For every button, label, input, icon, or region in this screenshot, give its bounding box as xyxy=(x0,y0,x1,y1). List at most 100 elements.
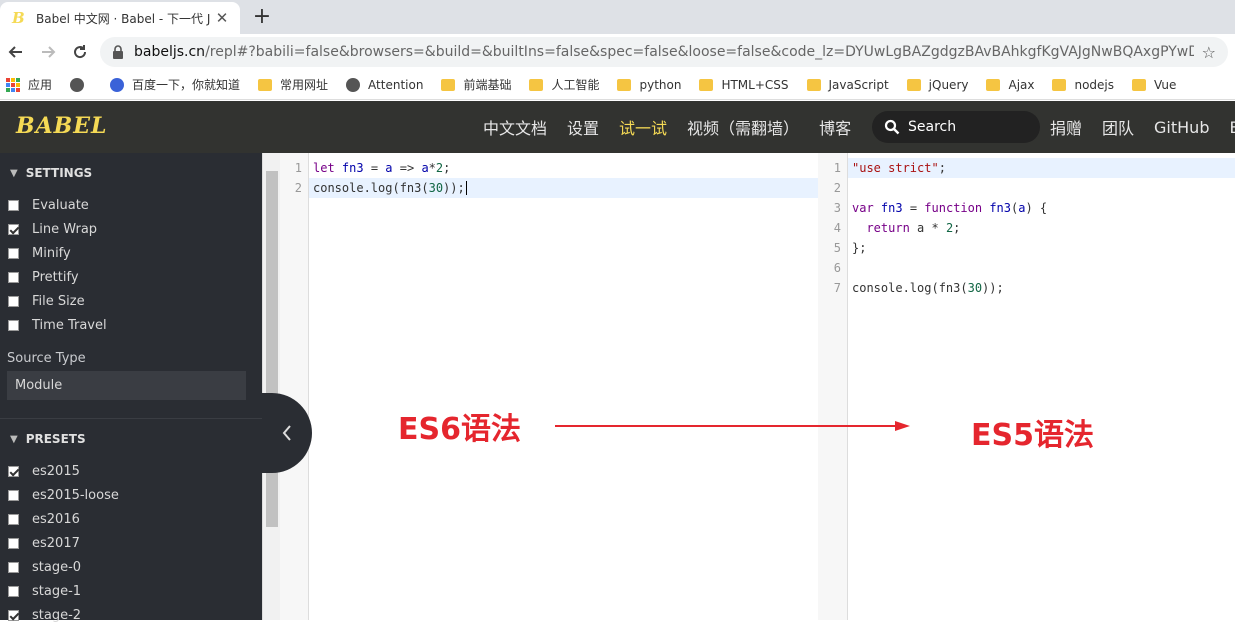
code-line: var fn3 = function fn3(a) { xyxy=(852,201,1048,215)
nav-truncated[interactable]: Ba xyxy=(1229,118,1235,137)
bookmark-folder-frontend[interactable]: 前端基础 xyxy=(441,76,511,93)
bookmark-folder-common[interactable]: 常用网址 xyxy=(258,76,328,93)
browser-tab-strip: B Babel 中文网 · Babel - 下一代 J ✕ + xyxy=(0,0,1235,34)
code-line: }; xyxy=(852,241,867,255)
reload-button[interactable] xyxy=(64,36,96,68)
bookmark-attention[interactable]: Attention xyxy=(346,77,424,92)
search-icon xyxy=(884,119,900,135)
checkbox[interactable] xyxy=(8,537,19,549)
setting-file-size[interactable]: File Size xyxy=(0,289,262,313)
preset-label: es2015-loose xyxy=(32,487,119,503)
setting-minify[interactable]: Minify xyxy=(0,241,262,265)
nav-setup[interactable]: 设置 xyxy=(567,115,599,139)
lock-icon xyxy=(113,45,123,59)
bookmark-folder-htmlcss[interactable]: HTML+CSS xyxy=(699,78,789,92)
checkbox[interactable] xyxy=(8,199,19,211)
preset-es2015-loose[interactable]: es2015-loose xyxy=(0,483,262,507)
setting-evaluate[interactable]: Evaluate xyxy=(0,193,262,217)
nav-docs[interactable]: 中文文档 xyxy=(483,115,547,139)
nav-blog[interactable]: 博客 xyxy=(819,115,851,139)
source-type-select[interactable]: Module xyxy=(7,371,246,400)
nav-donate[interactable]: 捐赠 xyxy=(1050,115,1082,139)
babel-site-header: BABEL 中文文档 设置 试一试 视频（需翻墙） 博客 Search 捐赠 团… xyxy=(0,101,1235,153)
bookmark-baidu[interactable]: 百度一下，你就知道 xyxy=(110,76,240,93)
preset-stage-1[interactable]: stage-1 xyxy=(0,579,262,603)
site-search[interactable]: Search xyxy=(872,111,1040,143)
line-number: 3 xyxy=(833,201,841,215)
presets-section-toggle[interactable]: ▼ PRESETS xyxy=(0,429,262,449)
checkbox[interactable] xyxy=(8,465,19,477)
code-line: return a * 2; xyxy=(866,221,961,235)
nav-github[interactable]: GitHub xyxy=(1154,118,1209,137)
bookmark-label: Attention xyxy=(368,77,424,92)
setting-time-travel[interactable]: Time Travel xyxy=(0,313,262,337)
bookmark-folder-vue[interactable]: Vue xyxy=(1132,78,1176,92)
folder-icon xyxy=(441,78,456,91)
bookmark-apps[interactable]: 应用 xyxy=(6,76,52,93)
nav-team[interactable]: 团队 xyxy=(1102,115,1134,139)
bookmark-folder-jquery[interactable]: jQuery xyxy=(906,77,969,92)
checkbox[interactable] xyxy=(8,319,19,331)
checkbox[interactable] xyxy=(8,271,19,283)
input-line-gutter: 1 2 xyxy=(280,153,309,620)
new-tab-button[interactable]: + xyxy=(250,6,274,30)
checkbox[interactable] xyxy=(8,585,19,597)
bookmark-folder-python[interactable]: python xyxy=(617,78,681,92)
babel-logo[interactable]: BABEL xyxy=(16,113,108,139)
setting-line-wrap[interactable]: Line Wrap xyxy=(0,217,262,241)
folder-icon xyxy=(617,78,632,91)
scrollbar-thumb[interactable] xyxy=(266,171,278,527)
chevron-down-icon: ▼ xyxy=(10,167,18,179)
setting-prettify[interactable]: Prettify xyxy=(0,265,262,289)
preset-label: es2016 xyxy=(32,511,80,527)
preset-stage-2[interactable]: stage-2 xyxy=(0,603,262,627)
address-bar[interactable]: babeljs.cn/repl#?babili=false&browsers=&… xyxy=(100,37,1228,67)
checkbox[interactable] xyxy=(8,561,19,573)
settings-title: SETTINGS xyxy=(25,166,93,180)
nav-videos[interactable]: 视频（需翻墙） xyxy=(687,115,799,139)
output-line-gutter: 1 2 3 4 5 6 7 xyxy=(818,153,848,620)
preset-es2015[interactable]: es2015 xyxy=(0,459,262,483)
setting-label: Minify xyxy=(32,245,71,261)
checkbox[interactable] xyxy=(8,609,19,621)
search-label: Search xyxy=(908,119,957,135)
forward-button[interactable] xyxy=(32,36,64,68)
bookmark-star-icon[interactable]: ☆ xyxy=(1202,43,1216,62)
input-code-editor[interactable]: let fn3 = a => a*2; console.log(fn3(30))… xyxy=(309,153,818,620)
preset-es2017[interactable]: es2017 xyxy=(0,531,262,555)
browser-tab[interactable]: B Babel 中文网 · Babel - 下一代 J ✕ xyxy=(0,2,240,34)
preset-label: es2015 xyxy=(32,463,80,479)
bookmark-folder-ajax[interactable]: Ajax xyxy=(986,78,1034,92)
line-number: 7 xyxy=(833,281,841,295)
code-line: console.log(fn3(30)); xyxy=(852,281,1004,295)
line-number: 1 xyxy=(294,161,302,175)
bookmark-label: 前端基础 xyxy=(463,78,512,92)
back-button[interactable] xyxy=(0,36,32,68)
checkbox[interactable] xyxy=(8,223,19,235)
arrow-right-icon xyxy=(42,46,56,58)
bookmark-label: 应用 xyxy=(28,78,53,92)
checkbox[interactable] xyxy=(8,247,19,259)
checkbox[interactable] xyxy=(8,513,19,525)
browser-toolbar: babeljs.cn/repl#?babili=false&browsers=&… xyxy=(0,34,1235,70)
globe-icon xyxy=(70,77,85,92)
site-nav: 中文文档 设置 试一试 视频（需翻墙） 博客 xyxy=(483,101,871,153)
line-number: 2 xyxy=(833,181,841,195)
tab-close-icon[interactable]: ✕ xyxy=(214,9,230,27)
settings-section-toggle[interactable]: ▼ SETTINGS xyxy=(0,163,262,183)
output-code-editor[interactable]: "use strict"; var fn3 = function fn3(a) … xyxy=(848,153,1235,620)
bookmark-folder-ai[interactable]: 人工智能 xyxy=(529,76,599,93)
bookmark-label: jQuery xyxy=(928,77,969,92)
checkbox[interactable] xyxy=(8,295,19,307)
preset-es2016[interactable]: es2016 xyxy=(0,507,262,531)
code-line: console.log(fn3(30)); xyxy=(309,178,818,198)
site-nav-right: 捐赠 团队 GitHub Ba xyxy=(1050,101,1235,153)
bookmark-folder-nodejs[interactable]: nodejs xyxy=(1052,78,1114,92)
bookmark-folder-javascript[interactable]: JavaScript xyxy=(806,78,889,92)
checkbox[interactable] xyxy=(8,489,19,501)
sidebar-scrollbar[interactable] xyxy=(262,153,280,620)
bookmark-globe[interactable] xyxy=(70,77,92,92)
setting-label: File Size xyxy=(32,293,85,309)
preset-stage-0[interactable]: stage-0 xyxy=(0,555,262,579)
nav-try-it[interactable]: 试一试 xyxy=(619,115,667,139)
